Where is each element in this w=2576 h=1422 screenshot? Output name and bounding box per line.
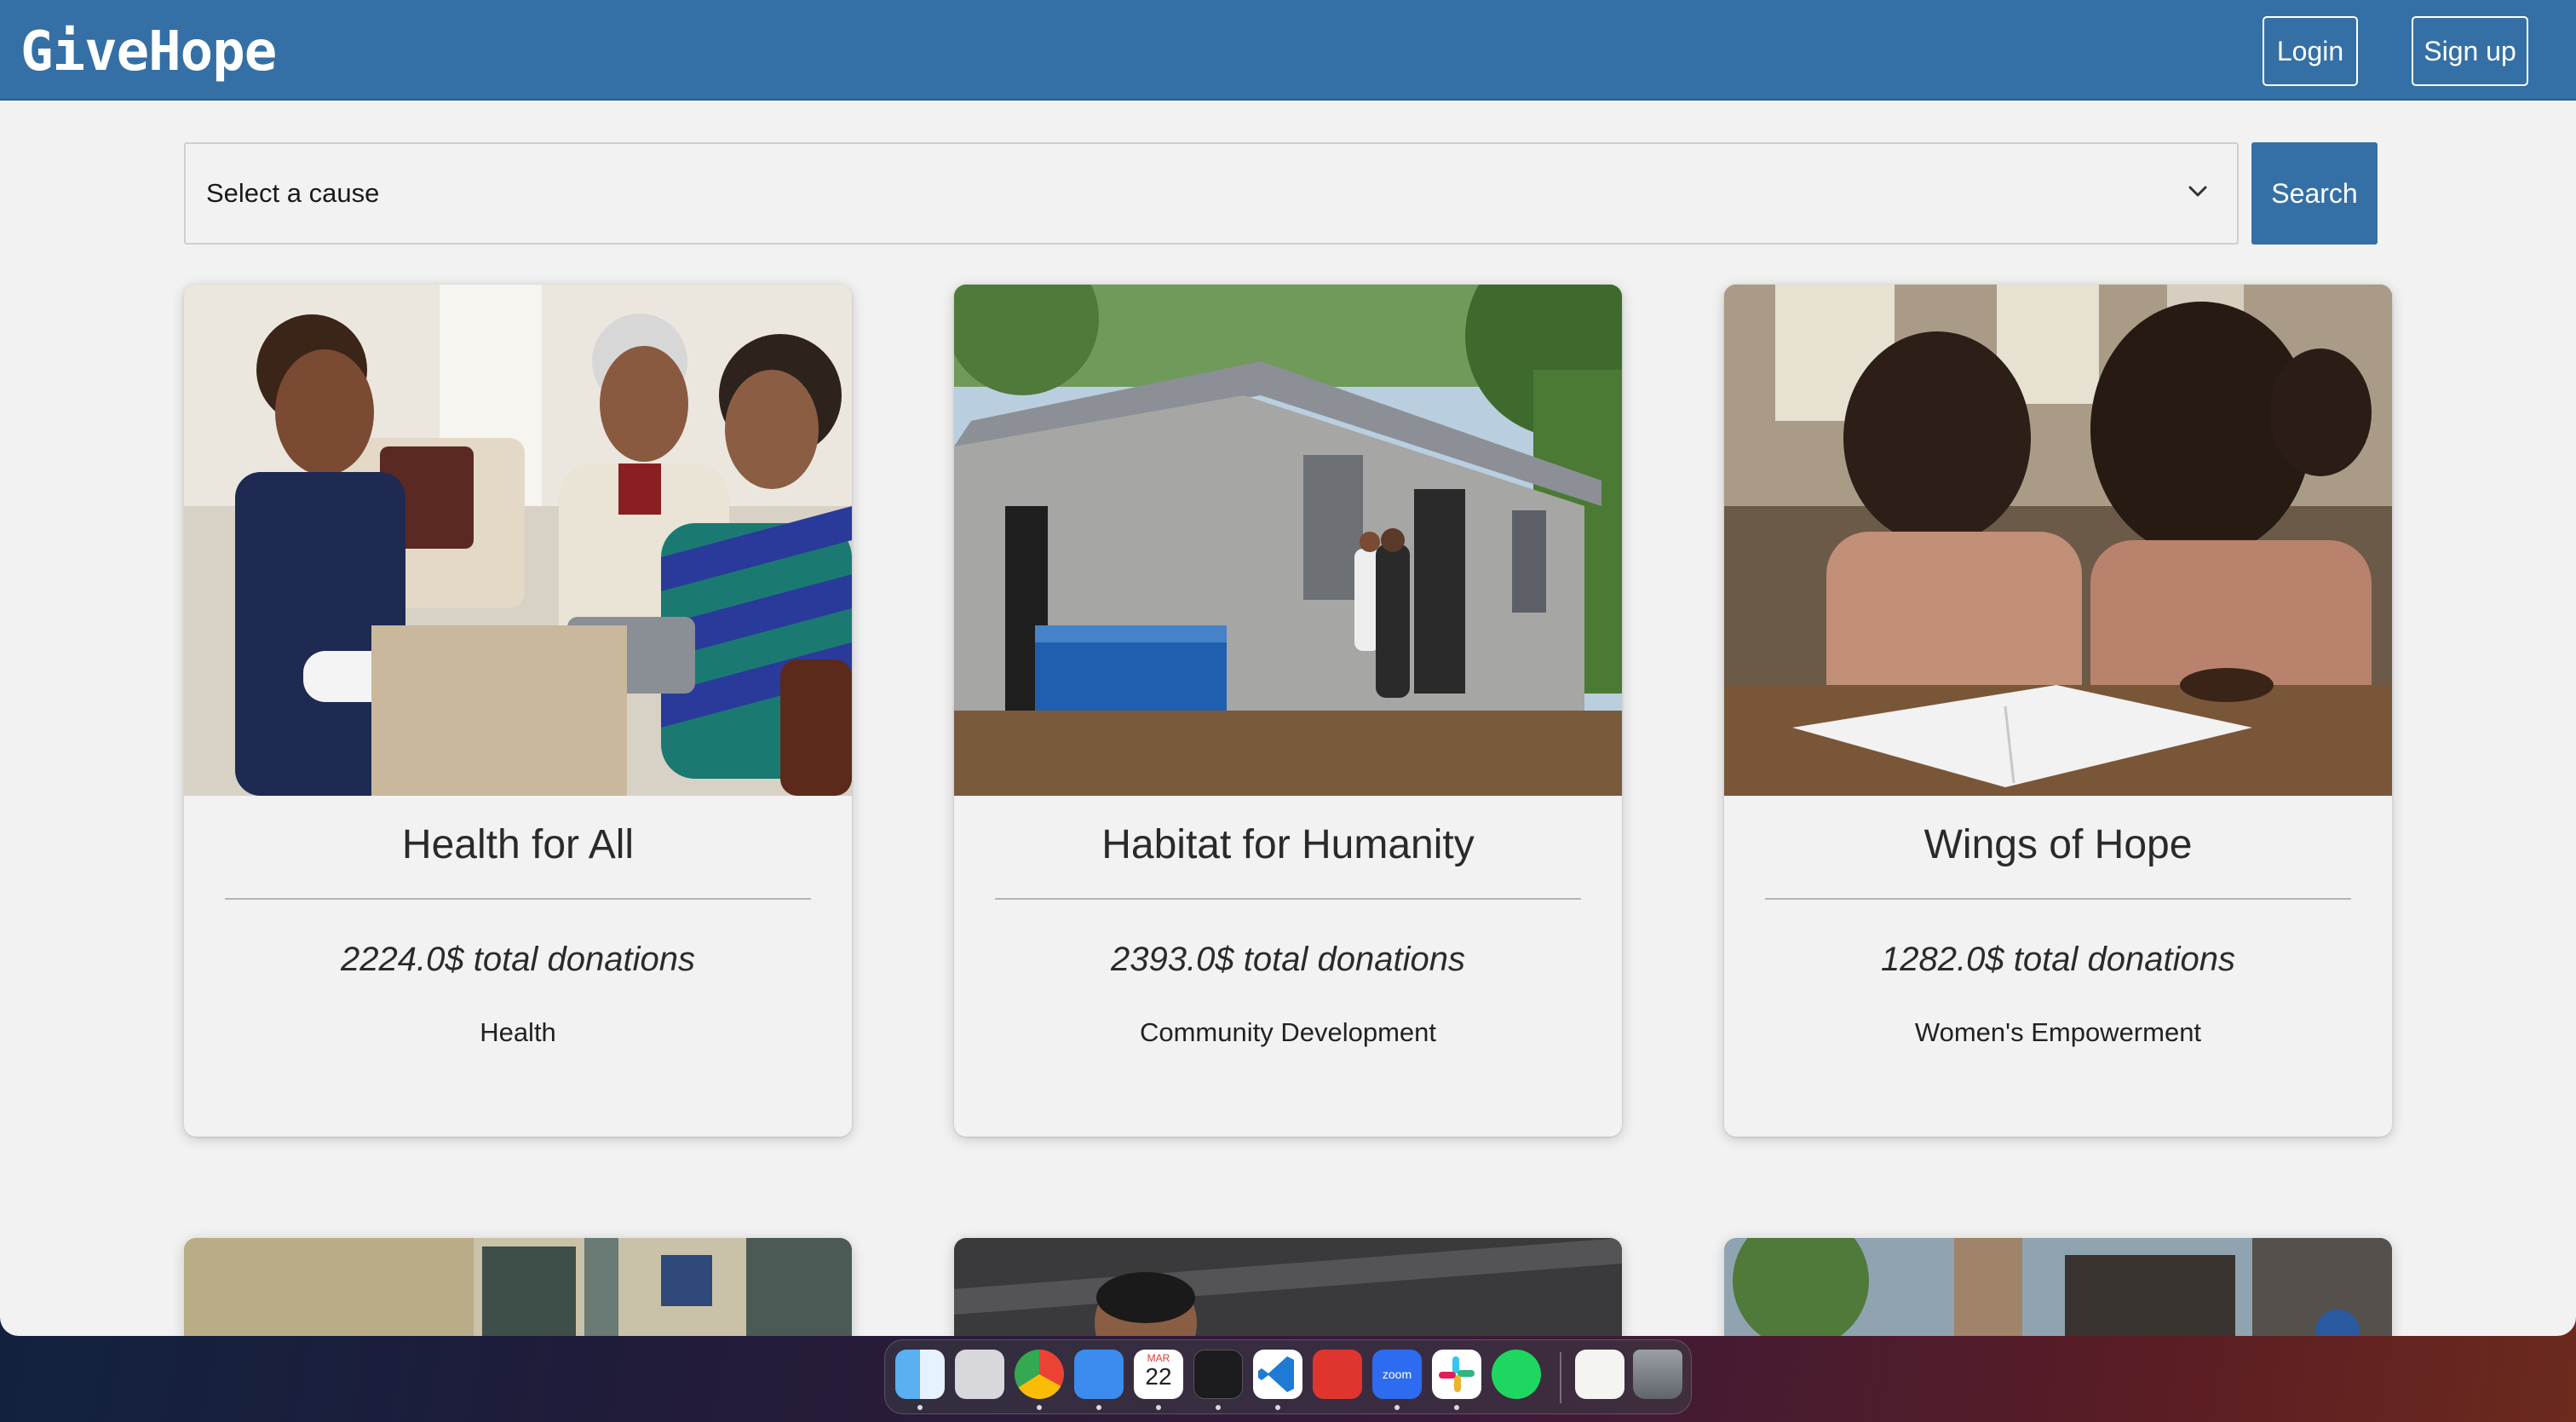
cause-photo [1724, 1238, 2392, 1336]
cause-title[interactable]: Habitat for Humanity [954, 821, 1622, 868]
cause-photo [954, 1238, 1622, 1336]
bear-icon[interactable] [1313, 1350, 1362, 1399]
running-indicator [1394, 1405, 1400, 1410]
cause-photo [1724, 285, 2392, 796]
running-indicator [1156, 1405, 1161, 1410]
cause-title[interactable]: Wings of Hope [1724, 821, 2392, 868]
launchpad-icon[interactable] [955, 1350, 1004, 1399]
running-indicator [1037, 1405, 1042, 1410]
divider [1765, 898, 2351, 900]
running-indicator [1096, 1405, 1101, 1410]
running-indicator [1275, 1405, 1280, 1410]
cause-category: Health [480, 1017, 556, 1047]
zoom-label: zoom [1382, 1367, 1412, 1381]
cause-total-donations: 2393.0$ total donations [1111, 941, 1465, 978]
signup-button[interactable]: Sign up [2412, 16, 2528, 86]
cause-select-value: Select a cause [206, 178, 380, 208]
running-indicator [1454, 1405, 1459, 1410]
chevron-down-icon [2188, 186, 2207, 197]
brand-logo[interactable]: GiveHope [20, 20, 277, 83]
running-indicator [1216, 1405, 1221, 1410]
zoom-icon[interactable]: zoom [1372, 1350, 1422, 1399]
cause-card-partial[interactable] [954, 1238, 1622, 1336]
navbar: GiveHope Login Sign up [0, 0, 2576, 101]
document-icon[interactable] [1575, 1350, 1624, 1399]
mail-icon[interactable] [1074, 1350, 1124, 1399]
trash-icon[interactable] [1633, 1350, 1682, 1399]
search-button[interactable]: Search [2251, 142, 2378, 245]
running-indicator [917, 1405, 923, 1410]
spotify-icon[interactable] [1492, 1350, 1541, 1399]
browser-window: GiveHope Login Sign up Select a cause Se… [0, 0, 2576, 1336]
cause-total-donations: 2224.0$ total donations [341, 941, 695, 978]
dock: MAR 22 zoom [884, 1339, 1692, 1414]
cause-card-partial[interactable] [184, 1238, 852, 1336]
chrome-icon[interactable] [1015, 1350, 1064, 1399]
calendar-month: MAR [1147, 1352, 1170, 1364]
calendar-icon[interactable]: MAR 22 [1134, 1350, 1183, 1399]
cause-photo [184, 285, 852, 796]
cause-photo [954, 285, 1622, 796]
vscode-icon[interactable] [1253, 1350, 1302, 1399]
cause-category: Women's Empowerment [1914, 1017, 2202, 1047]
finder-icon[interactable] [895, 1350, 945, 1399]
dock-separator [1560, 1352, 1561, 1403]
cause-card[interactable]: Habitat for Humanity 2393.0$ total donat… [954, 285, 1622, 1137]
divider [995, 898, 1581, 900]
cause-card[interactable]: Wings of Hope 1282.0$ total donations Wo… [1724, 285, 2392, 1137]
cause-category: Community Development [1139, 1017, 1437, 1047]
cause-card[interactable]: Health for All 2224.0$ total donations H… [184, 285, 852, 1137]
terminal-icon[interactable] [1193, 1350, 1243, 1399]
cause-total-donations: 1282.0$ total donations [1881, 941, 2235, 978]
cause-select[interactable]: Select a cause [184, 142, 2239, 245]
calendar-day: 22 [1145, 1363, 1172, 1390]
divider [225, 898, 811, 900]
cause-card-partial[interactable] [1724, 1238, 2392, 1336]
cause-photo [184, 1238, 852, 1336]
slack-icon[interactable] [1432, 1350, 1481, 1399]
cause-title[interactable]: Health for All [184, 821, 852, 868]
login-button[interactable]: Login [2263, 16, 2358, 86]
